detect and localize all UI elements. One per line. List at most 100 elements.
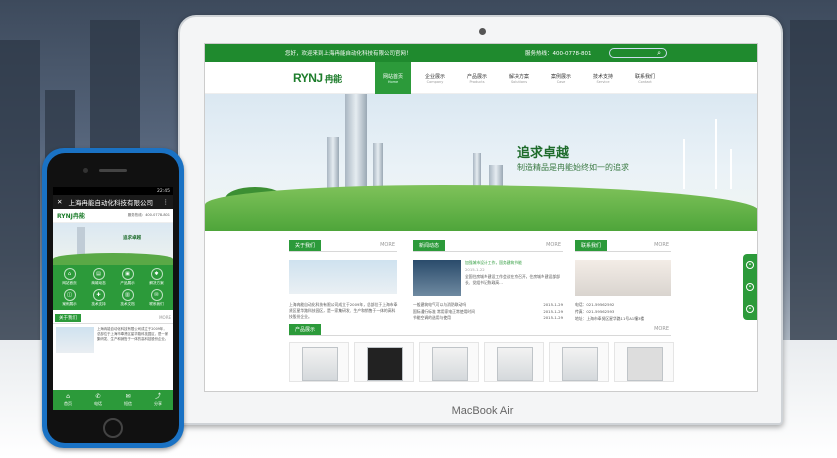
contact-title: 联系我们 <box>575 240 608 251</box>
news-header: 新闻动态 MORE <box>413 240 563 252</box>
phone-logo[interactable]: RYNJ冉能 <box>57 211 85 220</box>
document-icon: ▥ <box>121 289 134 301</box>
phone-about-more[interactable]: MORE <box>159 315 171 320</box>
grid-item-news[interactable]: ▤ 商城动态 <box>84 268 113 286</box>
floating-sidebar: • • • <box>743 254 757 320</box>
about-header: 关于我们 MORE <box>289 240 397 252</box>
footer-sms[interactable]: ✉ 短信 <box>124 393 132 407</box>
close-icon[interactable]: ✕ <box>57 198 62 206</box>
phone-home-button[interactable] <box>103 418 123 438</box>
search-input[interactable]: ⌕ <box>609 48 667 58</box>
phone-banner-slogan: 追求卓越 <box>123 236 141 241</box>
search-icon[interactable]: ⌕ <box>657 49 661 58</box>
tools-icon: ✚ <box>92 289 105 301</box>
qrcode-icon[interactable]: • <box>746 305 754 313</box>
laptop: 您好，欢迎来到上海冉能自动化科技有限公司官网！ 服务热线：400-0778-80… <box>178 15 783 425</box>
hero-banner: 追求卓越 制造精品是冉能始终如一的追求 <box>205 94 757 231</box>
phone-banner: 追求卓越 <box>53 223 173 265</box>
phone-page-title: 上海冉能自动化科技有限公司 <box>68 199 153 207</box>
nav-home[interactable]: 网站首页 Home <box>375 62 411 94</box>
phone-status-bar: 22:45 <box>53 187 173 195</box>
phone-screen: 22:45 ✕ 上海冉能自动化科技有限公司 ⋮ RYNJ冉能 服务热线：400-… <box>53 187 173 410</box>
contact-fax: 传真：021-59562593 <box>575 309 615 314</box>
news-image <box>413 260 461 296</box>
phone-about-header: 关于我们 MORE <box>53 314 173 324</box>
product-card[interactable] <box>289 342 349 382</box>
phone-icon[interactable]: • <box>746 283 754 291</box>
phone-titlebar: ✕ 上海冉能自动化科技有限公司 ⋮ <box>53 195 173 209</box>
grid-item-contact[interactable]: ✉ 联系我们 <box>142 289 171 307</box>
phone-header: RYNJ冉能 服务热线：400-0778-801 <box>53 209 173 223</box>
contact-icon: ✉ <box>150 289 163 301</box>
nav-case[interactable]: 案例展示 Case <box>543 62 579 94</box>
news-icon: ▤ <box>92 268 105 280</box>
footer-home[interactable]: ⌂ 首页 <box>64 393 72 407</box>
grid-item-support[interactable]: ✚ 技术支持 <box>84 289 113 307</box>
phone-about: 上海冉能自动化科技有限公司成立于2009年，总部位于上海市奉贤区星华路科技园区，… <box>53 324 173 356</box>
news-summary: 全国住房城乡建设工作会议在京召开，住房城乡建设部部长、党组书记陈政高… <box>465 274 560 285</box>
news-more-link[interactable]: MORE <box>546 242 561 248</box>
sms-icon: ✉ <box>125 393 131 400</box>
home-icon: ⌂ <box>66 393 70 400</box>
nav-service[interactable]: 技术支持 Service <box>585 62 621 94</box>
about-text: 上海冉能自动化科技有限公司成立于2009年，总部位于上海市奉贤区星华路科技园区，… <box>289 302 398 319</box>
phone-speaker <box>99 169 127 172</box>
case-icon: ◫ <box>63 289 76 301</box>
webcam <box>479 28 486 35</box>
about-title: 关于我们 <box>289 240 322 251</box>
nav-contact[interactable]: 联系我们 Contact <box>627 62 663 94</box>
hotline-text: 服务热线：400-0778-801 <box>525 51 592 57</box>
contact-address: 地址：上海市奉贤区星华路11号A1幢3楼 <box>575 316 645 321</box>
chat-icon[interactable]: • <box>746 261 754 269</box>
gear-icon: ✱ <box>150 268 163 280</box>
phone-time: 22:45 <box>157 188 170 194</box>
banner-subslogan: 制造精品是冉能始终如一的追求 <box>517 163 629 172</box>
phone-hotline: 服务热线：400-0778-801 <box>127 213 170 217</box>
product-card[interactable] <box>419 342 479 382</box>
grid-item-solutions[interactable]: ✱ 解决方案 <box>142 268 171 286</box>
laptop-brand-label: MacBook Air <box>451 405 514 417</box>
products-header: 产品展示 MORE <box>289 324 671 336</box>
box-icon: ▣ <box>121 268 134 280</box>
product-card[interactable] <box>484 342 544 382</box>
more-menu-icon[interactable]: ⋮ <box>163 198 170 206</box>
news-headline-date: 2015-1-22 <box>465 267 485 272</box>
product-card[interactable] <box>549 342 609 382</box>
phone-about-title: 关于我们 <box>55 314 81 322</box>
phone-footer-bar: ⌂ 首页 ✆ 电话 ✉ 短信 ⤴ 分享 <box>53 390 173 410</box>
news-list: 一般建筑电气可以与消防联动吗 2015-1-29 国际通行标准 常用家电正常使用时… <box>413 302 563 322</box>
nav-products[interactable]: 产品展示 Products <box>459 62 495 94</box>
phone-icon: ✆ <box>95 393 101 400</box>
contact-image <box>575 260 671 296</box>
products-more-link[interactable]: MORE <box>654 326 669 332</box>
contact-more-link[interactable]: MORE <box>654 242 669 248</box>
grid-item-products[interactable]: ▣ 产品展示 <box>113 268 142 286</box>
main-nav: RYNJ 冉能 网站首页 Home 企业展示 Company 产品展示 Products… <box>205 62 757 94</box>
product-card[interactable] <box>354 342 414 382</box>
contact-tel: 电话：021-59562592 <box>575 302 615 307</box>
nav-solutions[interactable]: 解决方案 Solutions <box>501 62 537 94</box>
contact-header: 联系我们 MORE <box>575 240 671 252</box>
top-bar: 您好，欢迎来到上海冉能自动化科技有限公司官网！ 服务热线：400-0778-80… <box>205 44 757 62</box>
news-title: 新闻动态 <box>413 240 446 251</box>
footer-phone[interactable]: ✆ 电话 <box>94 393 102 407</box>
about-more-link[interactable]: MORE <box>380 242 395 248</box>
phone-about-image <box>56 327 94 353</box>
grid-item-docs[interactable]: ▥ 技术文档 <box>113 289 142 307</box>
phone-menu-grid: ⌂ 网站首页 ▤ 商城动态 ▣ 产品展示 ✱ 解决方案 ◫ 案例展示 ✚ 技术支持 ▥ 技术文… <box>53 265 173 310</box>
site-logo[interactable]: RYNJ 冉能 <box>293 71 342 85</box>
nav-company[interactable]: 企业展示 Company <box>417 62 453 94</box>
product-card[interactable] <box>614 342 674 382</box>
footer-share[interactable]: ⤴ 分享 <box>154 393 162 407</box>
phone-camera <box>83 168 88 173</box>
phone-about-text: 上海冉能自动化科技有限公司成立于2009年，总部位于上海市奉贤区星华路科技园区，… <box>97 327 169 341</box>
phone: 22:45 ✕ 上海冉能自动化科技有限公司 ⋮ RYNJ冉能 服务热线：400-… <box>42 148 184 448</box>
banner-slogan: 追求卓越 <box>517 146 570 161</box>
news-item[interactable]: 节能空调的选用与使用 2015-1-29 <box>413 315 563 322</box>
products-title: 产品展示 <box>289 324 322 335</box>
grid-item-home[interactable]: ⌂ 网站首页 <box>55 268 84 286</box>
home-icon: ⌂ <box>63 268 76 280</box>
news-headline[interactable]: 加强城市设计工作，国务建筑节能 <box>465 260 565 266</box>
grid-item-cases[interactable]: ◫ 案例展示 <box>55 289 84 307</box>
about-image <box>289 260 397 294</box>
